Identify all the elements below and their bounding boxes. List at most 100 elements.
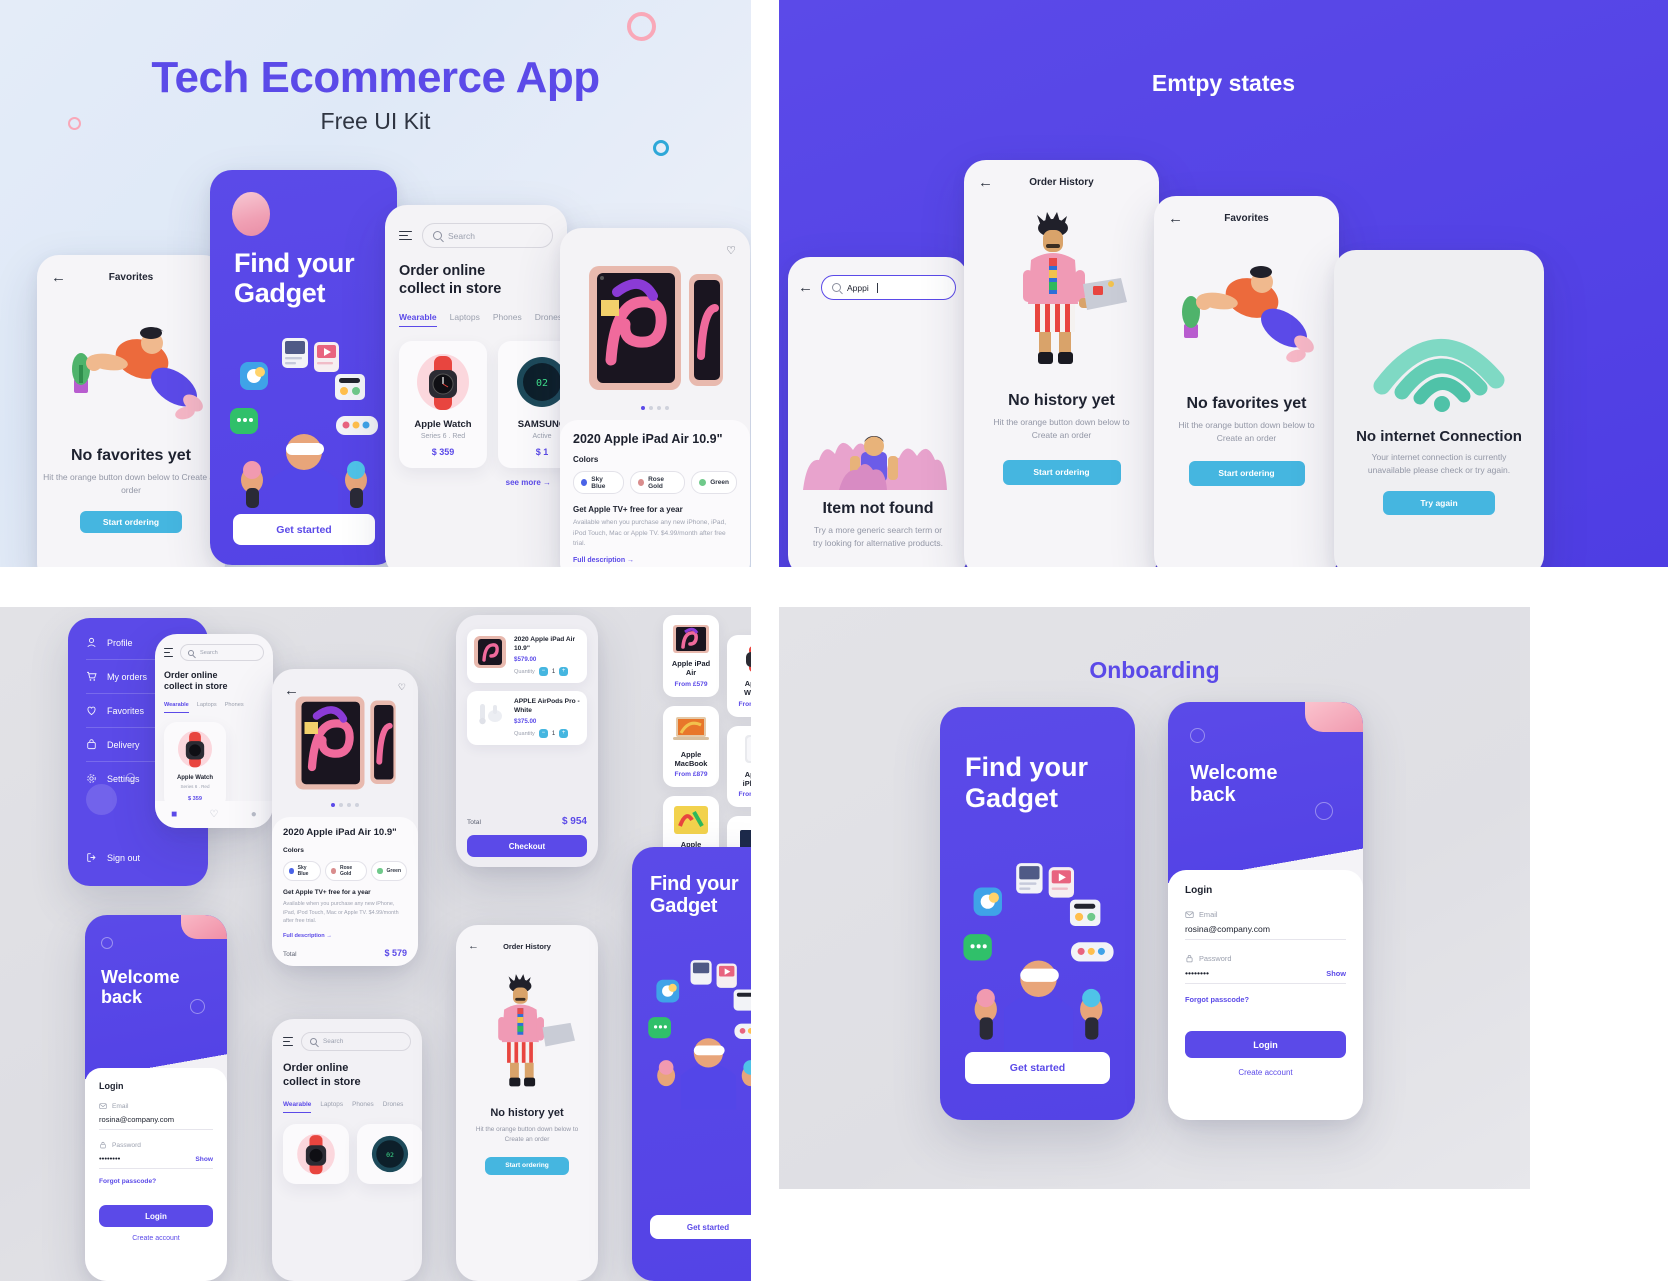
menu-item-sign-out[interactable]: Sign out: [68, 841, 140, 874]
cart-item[interactable]: 2020 Apple iPad Air 10.9" $579.00 Quanti…: [467, 629, 587, 684]
create-account-link[interactable]: Create account: [99, 1235, 213, 1242]
quantity-increase-button[interactable]: +: [559, 729, 569, 739]
tab-wearable[interactable]: Wearable: [283, 1101, 312, 1113]
product-card[interactable]: [283, 1123, 349, 1184]
search-input[interactable]: Apppi: [821, 275, 956, 300]
color-swatch-sky-blue[interactable]: Sky Blue: [573, 471, 624, 494]
forgot-passcode-link[interactable]: Forgot passcode?: [99, 1178, 213, 1185]
checkout-button[interactable]: Checkout: [467, 835, 587, 857]
back-arrow-icon[interactable]: ←: [798, 280, 813, 295]
show-password-link[interactable]: Show: [1326, 969, 1346, 978]
category-card[interactable]: Apple Watch From £379: [727, 635, 751, 717]
screen-favorites-empty: ← Favorites No favorites yet Hit the ora…: [37, 255, 225, 567]
password-masked-value[interactable]: ••••••••: [99, 1154, 120, 1163]
full-description-link[interactable]: Full description →: [283, 933, 407, 939]
empty-states-panel: Emtpy states ← Apppi Item not found Try …: [779, 0, 1668, 567]
email-field-value[interactable]: rosina@company.com: [99, 1115, 213, 1130]
color-swatch-rose-gold[interactable]: Rose Gold: [629, 471, 686, 494]
gallery-panel: Profile My orders Favorites Delivery Set…: [0, 607, 751, 1281]
menu-icon[interactable]: [399, 230, 412, 241]
forgot-passcode-link[interactable]: Forgot passcode?: [1185, 995, 1346, 1004]
search-input[interactable]: Search: [422, 223, 553, 248]
quantity-decrease-button[interactable]: −: [538, 667, 548, 677]
start-ordering-button[interactable]: Start ordering: [80, 511, 182, 534]
get-started-button[interactable]: Get started: [650, 1215, 751, 1239]
nav-title: Favorites: [108, 271, 154, 283]
promo-title: Get Apple TV+ free for a year: [283, 889, 371, 896]
screen-login-gallery: Welcome back Login Email rosina@company.…: [85, 915, 227, 1281]
tab-wearable[interactable]: Wearable: [164, 702, 189, 713]
ipad-air-image: [669, 623, 713, 654]
color-swatch-green[interactable]: Green: [371, 861, 407, 881]
menu-icon[interactable]: [164, 647, 173, 658]
product-list: Apple Watch Series 6 . Red $ 359: [155, 713, 273, 810]
product-price: $ 359: [431, 447, 455, 458]
start-ordering-button[interactable]: Start ordering: [1188, 461, 1305, 487]
quantity-stepper[interactable]: Quantity − 1 +: [514, 729, 580, 739]
favorite-heart-icon[interactable]: ♡: [726, 244, 736, 257]
search-icon: [433, 231, 442, 240]
quantity-value: 1: [551, 730, 556, 737]
carousel-dots[interactable]: [272, 803, 418, 807]
category-card[interactable]: Apple iPad Air From £579: [663, 615, 719, 697]
decorative-gradient-corner: [1305, 702, 1363, 732]
man-with-laptop-illustration: [964, 212, 1159, 374]
cart-footer: Total $ 954 Checkout: [467, 804, 587, 857]
screen-onboarding-gadget-gallery: Find your Gadget Get started: [632, 847, 751, 1281]
empty-state-heading: Item not found: [822, 500, 934, 517]
ipad-thumbnail: [474, 636, 506, 668]
product-card[interactable]: 02 SAMSUNG Active $ 1: [498, 341, 567, 469]
start-ordering-button[interactable]: Start ordering: [1002, 460, 1121, 486]
tab-wearable[interactable]: Wearable: [399, 312, 437, 328]
tab-profile-icon[interactable]: ●: [251, 809, 257, 820]
heading-line-2: collect in store: [164, 681, 228, 692]
menu-icon[interactable]: [283, 1036, 293, 1047]
product-card[interactable]: Apple Watch Series 6 . Red $ 359: [399, 341, 487, 469]
cart-item[interactable]: APPLE AirPods Pro - White $375.00 Quanti…: [467, 691, 587, 746]
start-ordering-button[interactable]: Start ordering: [485, 1156, 569, 1175]
tab-home-icon[interactable]: ■: [171, 809, 177, 820]
tab-drones[interactable]: Drones: [383, 1101, 404, 1113]
apple-watch-image: [733, 643, 751, 674]
category-card[interactable]: Apple MacBook From £879: [663, 705, 719, 787]
favorite-heart-icon[interactable]: ♡: [398, 682, 406, 693]
tab-phones[interactable]: Phones: [493, 312, 522, 327]
tab-phones[interactable]: Phones: [225, 702, 244, 713]
create-account-link[interactable]: Create account: [1185, 1068, 1346, 1077]
full-description-link[interactable]: Full description →: [573, 557, 737, 564]
colors-label: Colors: [573, 455, 599, 464]
password-masked-value[interactable]: ••••••••: [1185, 968, 1209, 978]
carousel-dots[interactable]: [560, 406, 750, 410]
try-again-button[interactable]: Try again: [1383, 491, 1495, 516]
tab-drones[interactable]: Drones: [535, 312, 562, 327]
cart-item-price: $579.00: [514, 656, 537, 664]
login-button[interactable]: Login: [99, 1205, 213, 1227]
product-meta: Series 6 . Red: [180, 783, 210, 789]
color-swatch-rose-gold[interactable]: Rose Gold: [325, 861, 368, 881]
email-field-value[interactable]: rosina@company.com: [1185, 924, 1346, 940]
color-swatch-sky-blue[interactable]: Sky Blue: [283, 861, 322, 881]
login-button[interactable]: Login: [1185, 1031, 1346, 1058]
get-started-button[interactable]: Get started: [233, 514, 375, 545]
tab-laptops[interactable]: Laptops: [320, 1101, 343, 1113]
quantity-stepper[interactable]: Quantity − 1 +: [514, 667, 580, 677]
nav-bar: ← Order History: [964, 160, 1159, 190]
color-swatch-green[interactable]: Green: [691, 471, 737, 494]
search-input[interactable]: Search: [180, 644, 264, 661]
back-arrow-icon[interactable]: ←: [284, 683, 299, 698]
get-started-button[interactable]: Get started: [965, 1052, 1110, 1084]
search-bar-row: Search: [272, 1019, 422, 1051]
password-field-value-row: •••••••• Show: [1185, 968, 1346, 984]
product-card[interactable]: 02: [357, 1123, 422, 1184]
tab-favorites-icon[interactable]: ♡: [210, 809, 219, 820]
tab-laptops[interactable]: Laptops: [197, 702, 217, 713]
quantity-decrease-button[interactable]: −: [538, 729, 548, 739]
product-card[interactable]: Apple Watch Series 6 . Red $ 359: [164, 721, 226, 810]
see-more-link[interactable]: see more →: [385, 468, 567, 487]
show-password-link[interactable]: Show: [195, 1156, 213, 1163]
search-input[interactable]: Search: [301, 1032, 411, 1051]
tab-laptops[interactable]: Laptops: [450, 312, 480, 327]
quantity-increase-button[interactable]: +: [559, 667, 569, 677]
category-card[interactable]: Apple iPhone From £799: [727, 725, 751, 807]
tab-phones[interactable]: Phones: [352, 1101, 374, 1113]
